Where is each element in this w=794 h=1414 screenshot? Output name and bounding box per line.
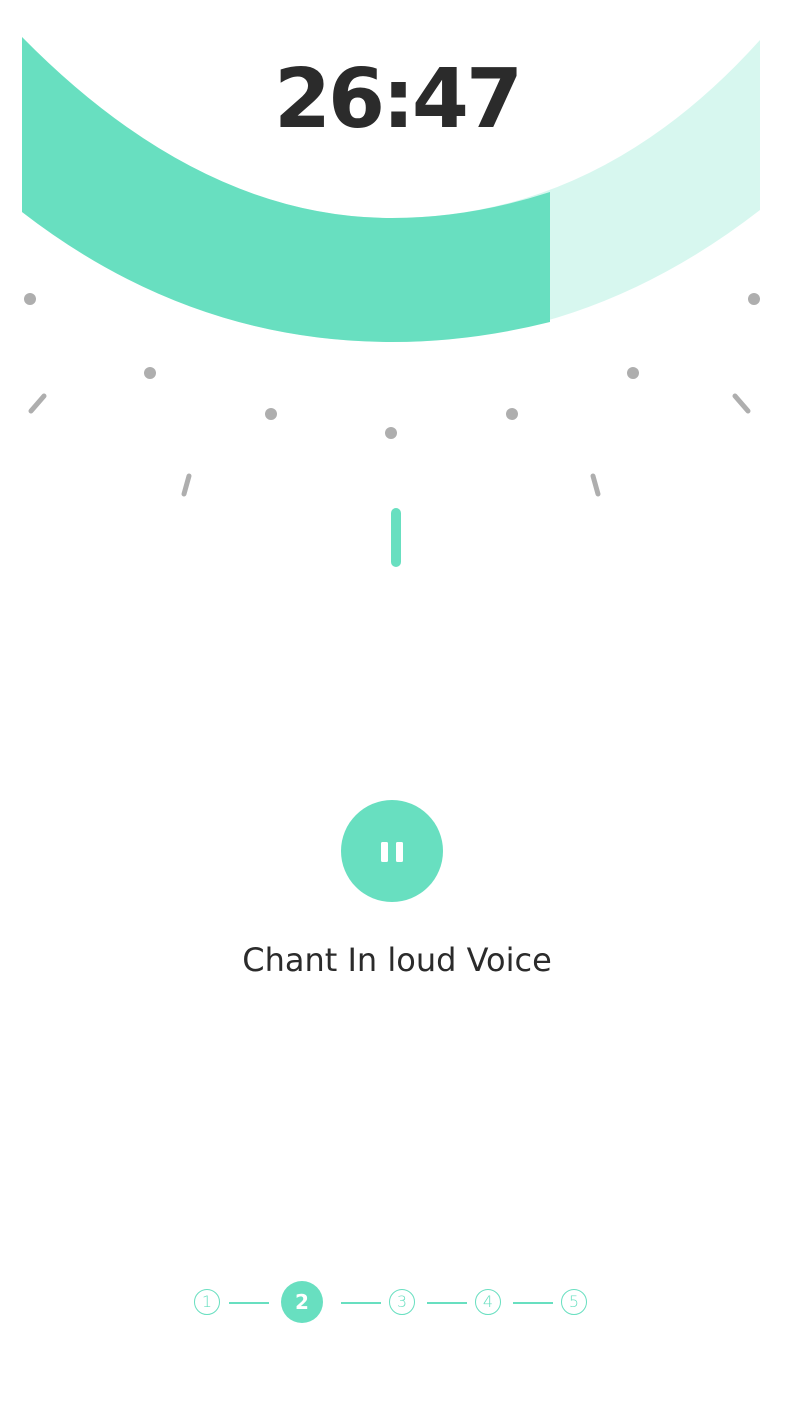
instruction-text: Chant In loud Voice xyxy=(242,941,552,979)
tick-dash xyxy=(732,393,751,414)
tick-dot xyxy=(144,367,156,379)
tick-dot xyxy=(627,367,639,379)
step-5[interactable]: 5 xyxy=(561,1289,587,1315)
step-3[interactable]: 3 xyxy=(389,1289,415,1315)
step-connector xyxy=(513,1302,553,1304)
tick-dash xyxy=(181,473,192,497)
pause-icon-bar xyxy=(396,842,403,862)
step-2-current[interactable]: 2 xyxy=(281,1281,323,1323)
step-indicator: 1 2 3 4 5 xyxy=(0,1278,794,1326)
step-connector xyxy=(229,1302,269,1304)
tick-dot xyxy=(265,408,277,420)
tick-dot xyxy=(748,293,760,305)
step-connector xyxy=(341,1302,381,1304)
pause-button[interactable] xyxy=(341,800,443,902)
tick-dash xyxy=(28,393,47,414)
pause-icon xyxy=(381,842,388,862)
tick-dot xyxy=(506,408,518,420)
step-1[interactable]: 1 xyxy=(194,1289,220,1315)
timer-display: 26:47 xyxy=(273,52,523,147)
tick-dot xyxy=(24,293,36,305)
step-4[interactable]: 4 xyxy=(475,1289,501,1315)
step-connector xyxy=(427,1302,467,1304)
tick-dash xyxy=(590,473,601,497)
tick-dot xyxy=(385,427,397,439)
